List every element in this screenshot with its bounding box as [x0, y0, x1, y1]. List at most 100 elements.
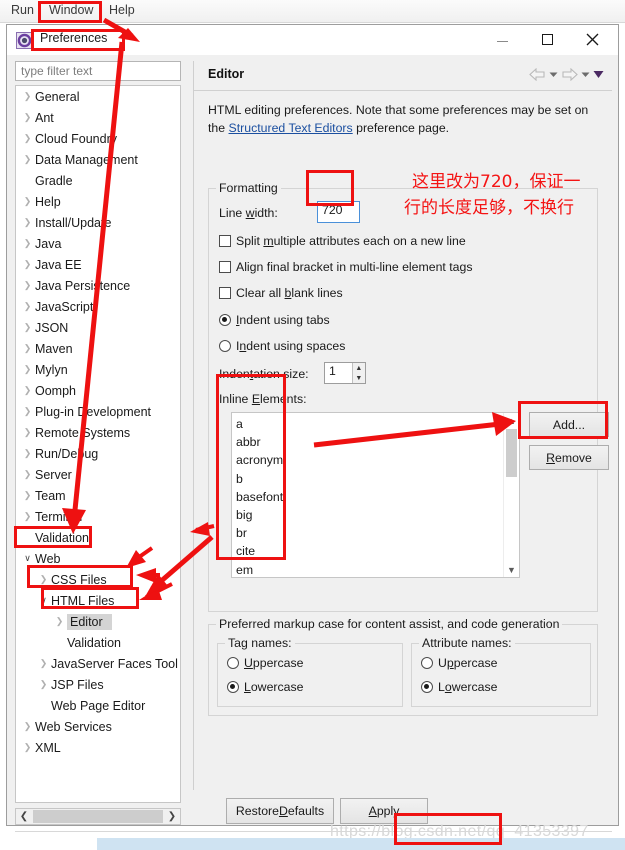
indentation-size-value[interactable]: 1: [325, 363, 352, 383]
filter-input[interactable]: type filter text: [15, 61, 181, 81]
sidebar-item-java-ee[interactable]: ❯ Java EE: [16, 254, 180, 275]
line-width-input[interactable]: 720: [317, 201, 360, 223]
sidebar-item-xml[interactable]: ❯ XML: [16, 737, 180, 758]
chevron-right-icon[interactable]: ❯: [20, 218, 35, 227]
restore-defaults-button[interactable]: Restore Defaults: [226, 798, 334, 824]
sidebar-item-maven[interactable]: ❯ Maven: [16, 338, 180, 359]
sidebar-item-editor[interactable]: ❯ Editor: [16, 611, 180, 632]
sidebar-item-general[interactable]: ❯ General: [16, 86, 180, 107]
sidebar-item-validation[interactable]: Validation: [16, 632, 180, 653]
list-item[interactable]: a: [236, 415, 503, 433]
radio-attr-uppercase[interactable]: Uppercase: [421, 656, 497, 670]
forward-dropdown-chevron-down-icon[interactable]: [581, 71, 590, 79]
scroll-down-icon[interactable]: ▼: [504, 562, 519, 577]
sidebar-item-oomph[interactable]: ❯ Oomph: [16, 380, 180, 401]
sidebar-item-web[interactable]: ∨ Web: [16, 548, 180, 569]
inline-elements-listbox[interactable]: a abbr acronym b basefont big br cite em ▲ ▼: [231, 412, 520, 578]
stepper-buttons[interactable]: ▲ ▼: [351, 363, 365, 383]
back-dropdown-chevron-down-icon[interactable]: [549, 71, 558, 79]
sidebar-item-mylyn[interactable]: ❯ Mylyn: [16, 359, 180, 380]
sidebar-item-javaserver-faces-tool[interactable]: ❯ JavaServer Faces Tool: [16, 653, 180, 674]
radio-tag-uppercase[interactable]: Uppercase: [227, 656, 303, 670]
structured-text-editors-link[interactable]: Structured Text Editors: [229, 121, 353, 135]
chevron-right-icon[interactable]: ❯: [20, 428, 35, 437]
sidebar-item-remote-systems[interactable]: ❯ Remote Systems: [16, 422, 180, 443]
radio-tag-lowercase[interactable]: Lowercase: [227, 680, 303, 694]
sidebar-item-java-persistence[interactable]: ❯ Java Persistence: [16, 275, 180, 296]
sidebar-item-gradle[interactable]: Gradle: [16, 170, 180, 191]
scroll-up-icon[interactable]: ▲: [504, 413, 519, 428]
indentation-size-stepper[interactable]: 1 ▲ ▼: [324, 362, 366, 384]
chevron-right-icon[interactable]: ❯: [20, 113, 35, 122]
forward-arrow-icon[interactable]: [561, 68, 578, 81]
chevron-down-icon[interactable]: ∨: [36, 596, 51, 605]
list-item[interactable]: basefont: [236, 488, 503, 506]
chevron-right-icon[interactable]: ❯: [20, 239, 35, 248]
window-close-button[interactable]: [570, 25, 615, 54]
scroll-left-icon[interactable]: ❮: [16, 811, 32, 822]
chevron-down-icon[interactable]: ∨: [20, 554, 35, 563]
sidebar-item-web-page-editor[interactable]: Web Page Editor: [16, 695, 180, 716]
checkbox-clear-all-blank-lines[interactable]: Clear all blank lines: [219, 286, 343, 300]
sidebar-item-ant[interactable]: ❯ Ant: [16, 107, 180, 128]
chevron-right-icon[interactable]: ❯: [36, 659, 51, 668]
sidebar-item-install-update[interactable]: ❯ Install/Update: [16, 212, 180, 233]
chevron-right-icon[interactable]: ❯: [20, 470, 35, 479]
menu-item-run[interactable]: Run: [6, 2, 39, 18]
chevron-right-icon[interactable]: ❯: [20, 386, 35, 395]
sidebar-item-css-files[interactable]: ❯ CSS Files: [16, 569, 180, 590]
sidebar-item-javascript[interactable]: ❯ JavaScript: [16, 296, 180, 317]
chevron-right-icon[interactable]: ❯: [20, 344, 35, 353]
sidebar-item-data-management[interactable]: ❯ Data Management: [16, 149, 180, 170]
sidebar-item-plug-in-development[interactable]: ❯ Plug-in Development: [16, 401, 180, 422]
menu-item-window[interactable]: Window: [44, 2, 98, 18]
sidebar-item-html-files[interactable]: ∨ HTML Files: [16, 590, 180, 611]
chevron-right-icon[interactable]: ❯: [20, 512, 35, 521]
checkbox-split-multiple-attributes[interactable]: Split multiple attributes each on a new …: [219, 234, 466, 248]
window-minimize-button[interactable]: [480, 25, 525, 54]
chevron-right-icon[interactable]: ❯: [20, 92, 35, 101]
view-menu-icon[interactable]: [593, 70, 604, 79]
chevron-right-icon[interactable]: ❯: [20, 281, 35, 290]
sidebar-item-terminal[interactable]: ❯ Terminal: [16, 506, 180, 527]
sidebar-item-run-debug[interactable]: ❯ Run/Debug: [16, 443, 180, 464]
list-item[interactable]: abbr: [236, 433, 503, 451]
preferences-tree[interactable]: ❯ General ❯ Ant ❯ Cloud Foundry ❯ Data Manageme…: [15, 85, 181, 803]
sidebar-item-validation[interactable]: Validation: [16, 527, 180, 548]
list-item[interactable]: cite: [236, 542, 503, 560]
add-button[interactable]: Add...: [529, 412, 609, 437]
list-item[interactable]: acronym: [236, 451, 503, 469]
sidebar-item-jsp-files[interactable]: ❯ JSP Files: [16, 674, 180, 695]
chevron-right-icon[interactable]: ❯: [20, 365, 35, 374]
scroll-right-icon[interactable]: ❯: [164, 811, 180, 822]
stepper-up-icon[interactable]: ▲: [353, 363, 365, 373]
chevron-right-icon[interactable]: ❯: [20, 323, 35, 332]
checkbox-align-final-bracket[interactable]: Align final bracket in multi-line elemen…: [219, 260, 473, 274]
chevron-right-icon[interactable]: ❯: [20, 197, 35, 206]
sidebar-item-web-services[interactable]: ❯ Web Services: [16, 716, 180, 737]
chevron-right-icon[interactable]: ❯: [20, 491, 35, 500]
menu-item-help[interactable]: Help: [104, 2, 140, 18]
sidebar-item-team[interactable]: ❯ Team: [16, 485, 180, 506]
list-item[interactable]: big: [236, 506, 503, 524]
tree-horizontal-scrollbar[interactable]: ❮ ❯: [15, 808, 181, 825]
chevron-right-icon[interactable]: ❯: [20, 155, 35, 164]
chevron-right-icon[interactable]: ❯: [20, 743, 35, 752]
list-item[interactable]: em: [236, 561, 503, 579]
chevron-right-icon[interactable]: ❯: [20, 407, 35, 416]
sidebar-item-help[interactable]: ❯ Help: [16, 191, 180, 212]
listbox-scrollbar-thumb[interactable]: [506, 429, 517, 477]
sidebar-item-java[interactable]: ❯ Java: [16, 233, 180, 254]
sidebar-item-cloud-foundry[interactable]: ❯ Cloud Foundry: [16, 128, 180, 149]
chevron-right-icon[interactable]: ❯: [20, 260, 35, 269]
chevron-right-icon[interactable]: ❯: [20, 134, 35, 143]
stepper-down-icon[interactable]: ▼: [353, 373, 365, 383]
list-item[interactable]: br: [236, 524, 503, 542]
chevron-right-icon[interactable]: ❯: [20, 722, 35, 731]
radio-attr-lowercase[interactable]: Lowercase: [421, 680, 497, 694]
window-maximize-button[interactable]: [525, 25, 570, 54]
back-arrow-icon[interactable]: [529, 68, 546, 81]
inline-elements-items[interactable]: a abbr acronym b basefont big br cite em: [232, 413, 503, 577]
sidebar-item-server[interactable]: ❯ Server: [16, 464, 180, 485]
radio-indent-using-spaces[interactable]: Indent using spaces: [219, 339, 345, 353]
